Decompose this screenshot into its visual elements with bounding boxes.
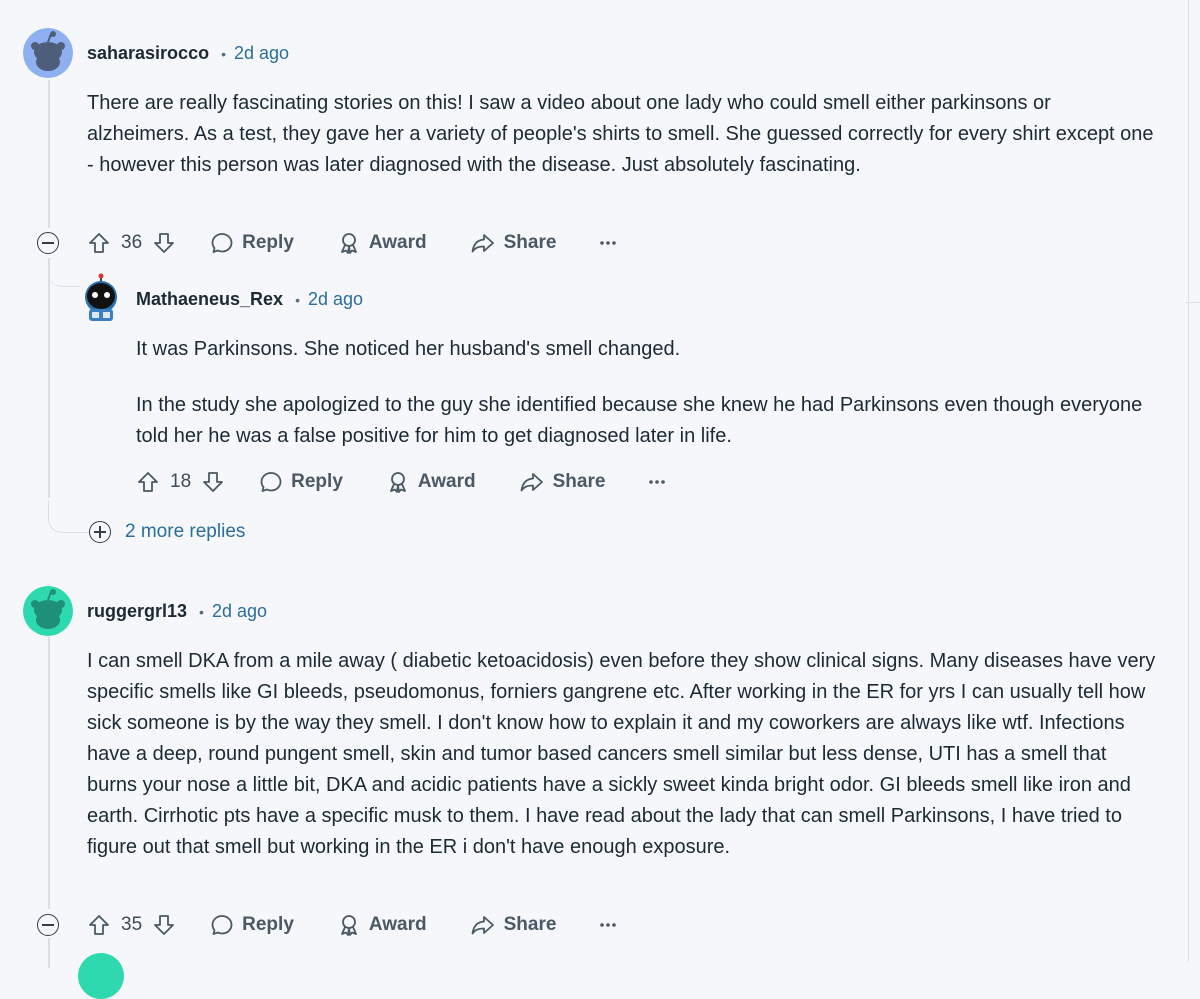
arrow-down-icon[interactable] <box>152 913 176 937</box>
thread-line-1b <box>48 258 50 498</box>
vote-count: 18 <box>170 471 192 492</box>
reply-label: Reply <box>242 232 294 253</box>
share-button[interactable]: Share <box>470 231 557 255</box>
avatar[interactable] <box>23 28 73 78</box>
speech-bubble-icon <box>211 233 233 253</box>
speech-bubble-icon <box>260 472 282 492</box>
timestamp[interactable]: 2d ago <box>212 601 267 622</box>
collapse-thread-button[interactable] <box>37 914 59 936</box>
page-edge-mark <box>1186 302 1200 303</box>
snoo-avatar-icon <box>23 28 73 78</box>
avatar[interactable] <box>23 586 73 636</box>
vote-group: 18 <box>136 470 225 494</box>
award-icon <box>340 233 357 254</box>
ellipsis-icon <box>600 241 617 245</box>
award-label: Award <box>368 914 427 935</box>
avatar[interactable] <box>78 273 124 323</box>
vote-group: 36 <box>87 231 176 255</box>
thread-line-1 <box>48 80 50 228</box>
ellipsis-icon <box>600 923 617 927</box>
reply-button[interactable]: Reply <box>210 231 294 255</box>
comment-body: I can smell DKA from a mile away ( diabe… <box>87 650 1156 858</box>
award-button[interactable]: Award <box>386 470 476 494</box>
share-button[interactable]: Share <box>519 470 606 494</box>
share-label: Share <box>503 914 557 935</box>
more-options-button[interactable] <box>647 470 667 494</box>
award-label: Award <box>368 232 427 253</box>
comment-meta: saharasirocco • 2d ago <box>87 43 289 64</box>
award-button[interactable]: Award <box>337 231 427 255</box>
share-arrow-icon <box>471 234 494 253</box>
arrow-down-icon[interactable] <box>201 470 225 494</box>
arrow-down-icon[interactable] <box>152 231 176 255</box>
vote-count: 36 <box>121 232 143 253</box>
vote-group: 35 <box>87 913 176 937</box>
comment-actions: 35 Reply Award Share <box>87 907 618 943</box>
comment-actions: 36 Reply Award Share <box>87 225 618 261</box>
reply-button[interactable]: Reply <box>259 470 343 494</box>
separator-dot: • <box>199 603 204 620</box>
username[interactable]: ruggergrl13 <box>87 601 187 622</box>
comment-body-paragraph-2: In the study she apologized to the guy s… <box>136 394 1143 447</box>
comment-body-paragraph-1: It was Parkinsons. She noticed her husba… <box>136 338 681 360</box>
thread-line-2b <box>48 938 50 968</box>
timestamp[interactable]: 2d ago <box>234 43 289 64</box>
speech-bubble-icon <box>211 915 233 935</box>
share-label: Share <box>503 232 557 253</box>
arrow-up-icon[interactable] <box>136 470 160 494</box>
comment-body: There are really fascinating stories on … <box>87 92 1154 176</box>
ellipsis-icon <box>649 480 666 484</box>
arrow-up-icon[interactable] <box>87 231 111 255</box>
timestamp[interactable]: 2d ago <box>308 289 363 310</box>
more-options-button[interactable] <box>598 231 618 255</box>
thread-line-2 <box>48 637 50 909</box>
award-label: Award <box>417 471 476 492</box>
thread-connector-reply <box>48 268 80 287</box>
separator-dot: • <box>221 45 226 62</box>
share-button[interactable]: Share <box>470 913 557 937</box>
vote-count: 35 <box>121 914 143 935</box>
username[interactable]: Mathaeneus_Rex <box>136 289 283 310</box>
reply-label: Reply <box>242 914 294 935</box>
more-replies-link[interactable]: 2 more replies <box>125 521 245 543</box>
award-button[interactable]: Award <box>337 913 427 937</box>
snoo-avatar-icon <box>23 586 73 636</box>
share-label: Share <box>552 471 606 492</box>
comment-meta: Mathaeneus_Rex • 2d ago <box>136 289 363 310</box>
username[interactable]: saharasirocco <box>87 43 209 64</box>
next-comment-avatar[interactable] <box>78 953 124 999</box>
separator-dot: • <box>295 291 300 308</box>
expand-replies-button[interactable] <box>89 521 111 543</box>
arrow-up-icon[interactable] <box>87 913 111 937</box>
share-arrow-icon <box>520 473 543 492</box>
more-options-button[interactable] <box>598 913 618 937</box>
award-icon <box>389 472 406 493</box>
comment-actions: 18 Reply Award Share <box>136 464 667 500</box>
page-edge-line <box>1188 0 1189 961</box>
comment-meta: ruggergrl13 • 2d ago <box>87 601 267 622</box>
share-arrow-icon <box>471 916 494 935</box>
robot-avatar-icon <box>85 273 117 321</box>
award-icon <box>340 915 357 936</box>
thread-connector-more <box>48 500 89 533</box>
reply-label: Reply <box>291 471 343 492</box>
reply-button[interactable]: Reply <box>210 913 294 937</box>
collapse-thread-button[interactable] <box>37 232 59 254</box>
